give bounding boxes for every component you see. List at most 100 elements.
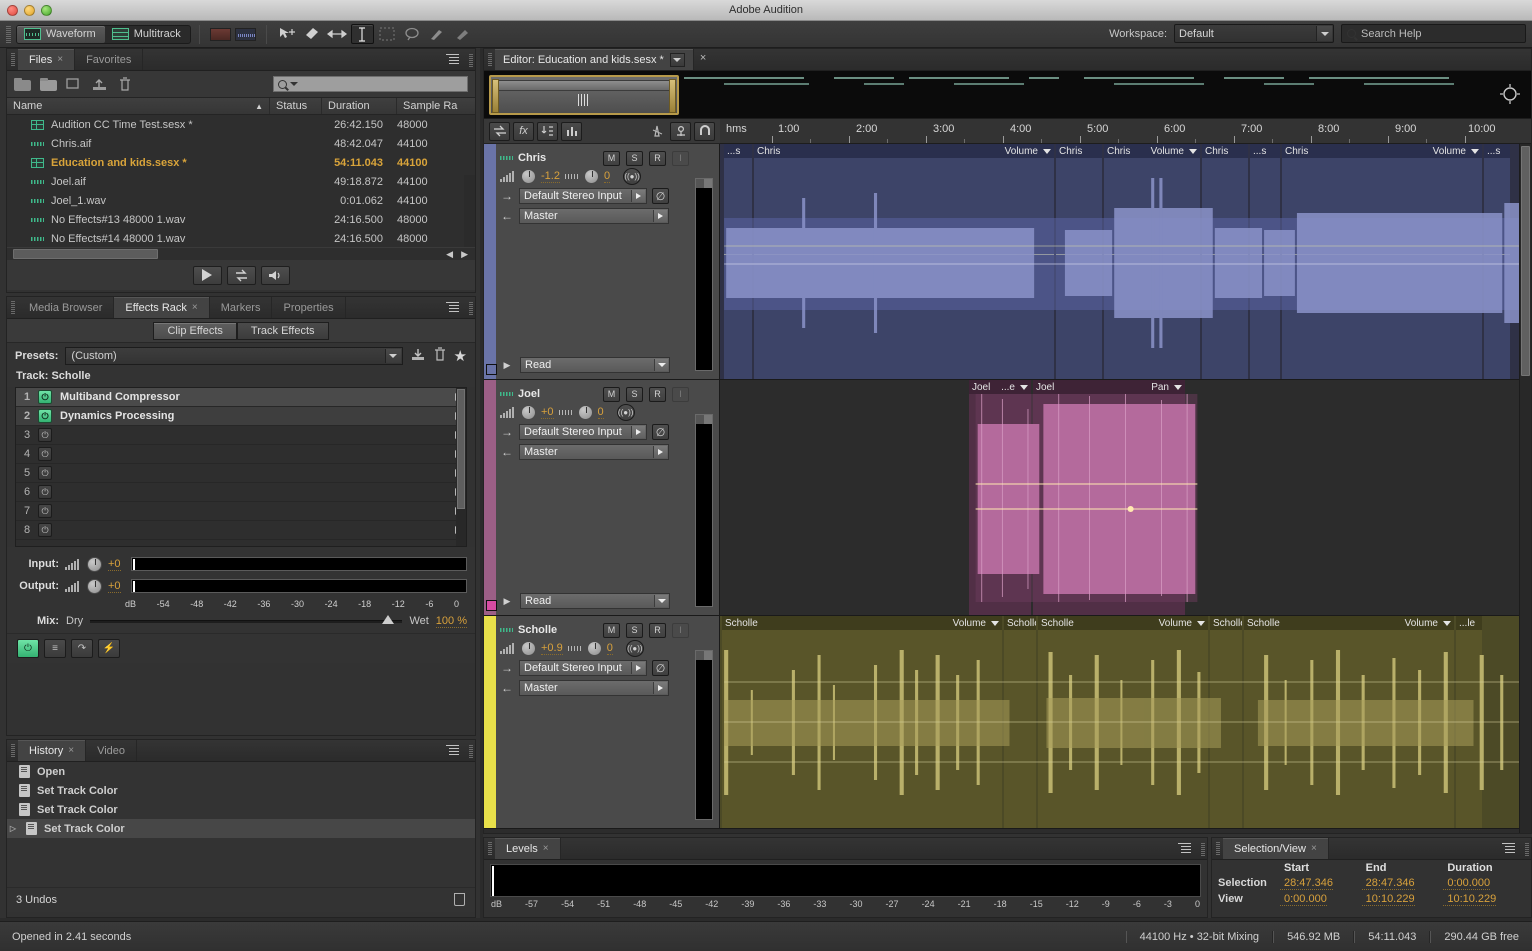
selection-duration-value[interactable]: 0:00.000 [1443, 877, 1491, 890]
phase-invert-button[interactable]: ∅ [652, 660, 669, 676]
expander-icon[interactable]: ▷ [7, 824, 19, 833]
track-lane[interactable]: Scholle Volume Scholle Scholle Volume [720, 616, 1531, 828]
power-toggle-icon[interactable]: ⏻ [38, 466, 52, 480]
power-toggle-icon[interactable]: ⏻ [38, 504, 52, 518]
clip-header[interactable]: Chris Volume [1104, 144, 1200, 158]
effect-slot[interactable]: 4 ⏻ [16, 445, 466, 464]
effect-slot[interactable]: 8 ⏻ [16, 521, 466, 540]
clip[interactable]: Scholle Volume [1038, 616, 1208, 828]
open-file-icon[interactable] [14, 77, 31, 92]
track-output-select[interactable]: Master [519, 444, 669, 460]
editor-panel-grip[interactable] [488, 53, 492, 66]
clip[interactable]: Joel Pan [1033, 380, 1185, 615]
paintbrush-selection-tool-button[interactable] [426, 24, 449, 44]
list-item[interactable]: Joel_1.wav 0:01.062 44100 [7, 191, 475, 210]
effect-slot[interactable]: 7 ⏻ [16, 502, 466, 521]
chevron-down-icon[interactable] [1043, 149, 1051, 154]
save-preset-icon[interactable] [410, 347, 426, 365]
track-pan-knob[interactable] [586, 640, 602, 656]
mute-button[interactable]: M [603, 386, 620, 402]
clip-header[interactable]: ...s [724, 144, 752, 158]
multitrack-mode-button[interactable]: Multitrack [105, 26, 190, 43]
close-icon[interactable]: × [192, 302, 198, 313]
snap-magnet-icon[interactable] [694, 121, 715, 141]
chevron-down-icon[interactable] [1174, 385, 1182, 390]
clip-header[interactable]: Joel ...e [969, 380, 1031, 394]
tab-markers[interactable]: Markers [210, 297, 273, 318]
tab-history[interactable]: History × [18, 740, 87, 761]
effect-slot[interactable]: 5 ⏻ [16, 464, 466, 483]
track-pan-value[interactable]: 0 [606, 642, 613, 655]
delete-preset-icon[interactable] [433, 346, 447, 365]
timeline-ruler[interactable]: hms 1:00 2:00 3:00 4:00 5:00 6:00 7:00 8… [720, 119, 1531, 144]
expander-icon[interactable]: ▶ [500, 596, 514, 607]
chevron-down-icon[interactable] [1189, 149, 1197, 154]
automation-mode-select[interactable]: Read [520, 357, 670, 373]
effect-slot[interactable]: 3 ⏻ [16, 426, 466, 445]
track-color-strip[interactable] [484, 616, 496, 828]
column-duration[interactable]: Duration [322, 98, 397, 114]
clip-automation-label[interactable]: Pan [1151, 382, 1169, 393]
power-toggle-icon[interactable]: ⏻ [38, 390, 52, 404]
solo-button[interactable]: S [626, 622, 643, 638]
scroll-right-icon[interactable]: ▶ [461, 249, 468, 260]
monitor-input-button[interactable]: ((●)) [623, 167, 642, 185]
clip-automation-label[interactable]: Volume [1151, 146, 1184, 157]
loop-icon[interactable] [489, 121, 510, 141]
input-gain-knob[interactable] [87, 556, 102, 572]
time-selection-tool-button[interactable] [350, 24, 374, 44]
effect-slot[interactable]: 6 ⏻ [16, 483, 466, 502]
solo-button[interactable]: S [626, 150, 643, 166]
clip[interactable]: ...s [724, 144, 752, 379]
files-search-input[interactable] [273, 76, 468, 92]
column-sample-rate[interactable]: Sample Ra [397, 98, 475, 114]
clip[interactable]: Chris Volume [1104, 144, 1200, 379]
clip[interactable]: Scholle [1210, 616, 1242, 828]
scrollbar-thumb[interactable] [457, 389, 465, 509]
list-item[interactable]: Chris.aif 48:42.047 44100 [7, 134, 475, 153]
power-toggle-icon[interactable]: ⏻ [38, 428, 52, 442]
solo-button[interactable]: S [626, 386, 643, 402]
history-panel-grip[interactable] [11, 744, 15, 757]
list-item[interactable]: Audition CC Time Test.sesx * 26:42.150 480… [7, 115, 475, 134]
close-window-button[interactable] [7, 5, 18, 16]
list-item[interactable]: Joel.aif 49:18.872 44100 [7, 172, 475, 191]
chevron-right-icon[interactable] [653, 210, 667, 222]
record-arm-button[interactable]: R [649, 150, 666, 166]
monitor-input-button[interactable]: ((●)) [625, 639, 644, 657]
meters-icon[interactable] [561, 121, 582, 141]
clip[interactable]: Chris [1056, 144, 1102, 379]
list-item[interactable]: Open [7, 762, 475, 781]
view-end-value[interactable]: 10:10.229 [1361, 893, 1415, 906]
razor-tool-button[interactable] [326, 24, 349, 44]
chevron-right-icon[interactable] [653, 682, 667, 694]
files-list[interactable]: Audition CC Time Test.sesx * 26:42.150 480… [7, 115, 475, 247]
list-item[interactable]: Set Track Color [7, 781, 475, 800]
import-file-icon[interactable] [40, 77, 57, 92]
navigator-strip[interactable] [484, 71, 1531, 119]
clip-automation-label[interactable]: ...e [1001, 382, 1015, 393]
clear-history-icon[interactable] [454, 893, 465, 906]
track-volume-knob[interactable] [521, 404, 536, 420]
clip[interactable]: ...s [1484, 144, 1510, 379]
selection-start-value[interactable]: 28:47.346 [1280, 877, 1333, 890]
favorite-preset-icon[interactable]: ★ [454, 347, 467, 365]
track-color-strip[interactable] [484, 144, 496, 379]
export-file-icon[interactable] [92, 77, 109, 92]
tab-media-browser[interactable]: Media Browser [18, 297, 115, 318]
clip-header[interactable]: ...s [1250, 144, 1280, 158]
clip[interactable]: ...le [1456, 616, 1482, 828]
track-output-select[interactable]: Master [519, 208, 669, 224]
chevron-down-icon[interactable] [1197, 621, 1205, 626]
scrollbar-thumb[interactable] [13, 249, 158, 259]
phase-invert-button[interactable]: ∅ [652, 424, 669, 440]
clip-automation-label[interactable]: Volume [1405, 618, 1438, 629]
close-icon[interactable]: × [57, 54, 63, 65]
effects-slot-list[interactable]: 1 ⏻ Multiband Compressor 2 ⏻ Dynamics Proces… [15, 387, 467, 547]
clip-header[interactable]: Scholle Volume [722, 616, 1002, 630]
list-item[interactable]: ▷ Set Track Color [7, 819, 475, 838]
input-gain-value[interactable]: +0 [108, 558, 121, 571]
panel-menu-icon[interactable] [446, 302, 459, 313]
tab-video[interactable]: Video [86, 740, 138, 761]
chevron-down-icon[interactable] [290, 82, 298, 86]
